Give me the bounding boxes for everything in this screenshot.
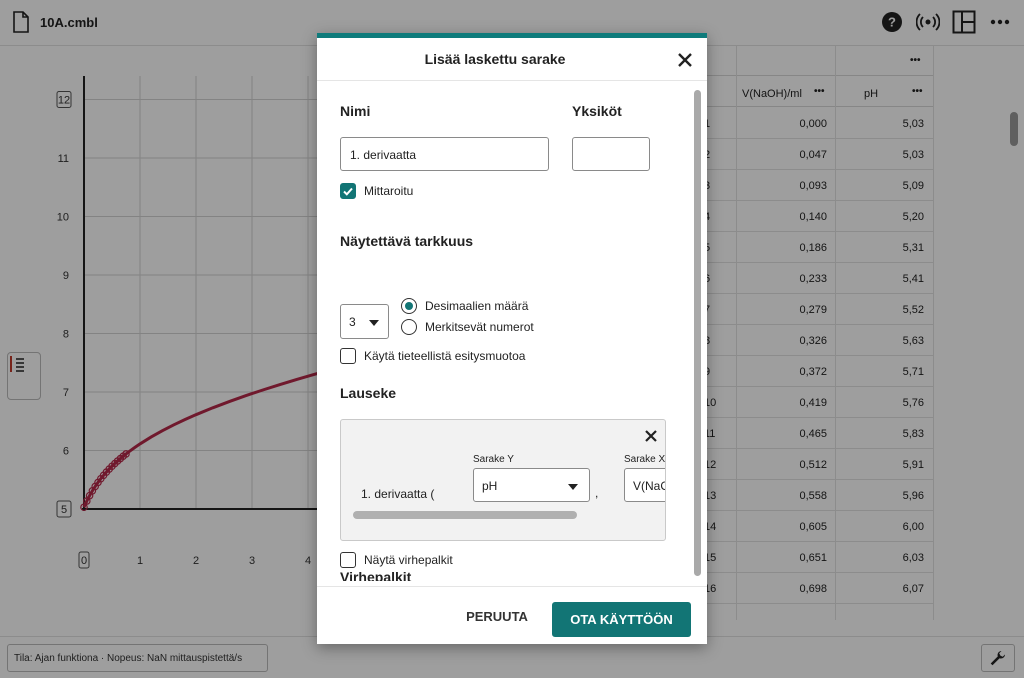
units-field[interactable] <box>572 137 650 171</box>
expression-label: Lauseke <box>340 385 397 401</box>
chevron-down-icon <box>369 320 379 326</box>
check-icon <box>343 187 353 196</box>
radio-decimals[interactable] <box>401 298 417 314</box>
chevron-down-icon <box>568 484 578 490</box>
measured-checkbox-row[interactable]: Mittaroitu <box>340 183 413 199</box>
dialog-scrollbar[interactable] <box>694 90 701 576</box>
dialog-body: Nimi 1. derivaatta Yksiköt Mittaroitu Nä… <box>317 81 707 581</box>
units-label: Yksiköt <box>572 103 622 119</box>
precision-value: 3 <box>349 315 356 329</box>
column-x-label: Sarake X <box>624 454 666 465</box>
close-icon[interactable] <box>643 428 659 444</box>
expression-function: 1. derivaatta ( <box>361 487 435 501</box>
scientific-label: Käytä tieteellistä esitysmuotoa <box>364 349 526 363</box>
add-calculated-column-dialog: Lisää laskettu sarake Nimi 1. derivaatta… <box>317 33 707 644</box>
cancel-button[interactable]: PERUUTA <box>457 609 537 629</box>
radio-significant-label: Merkitsevät numerot <box>425 320 534 334</box>
precision-label: Näytettävä tarkkuus <box>340 233 474 249</box>
scientific-checkbox-row[interactable]: Käytä tieteellistä esitysmuotoa <box>340 348 525 364</box>
scientific-checkbox[interactable] <box>340 348 356 364</box>
column-y-select[interactable]: pH <box>473 468 590 502</box>
measured-checkbox[interactable] <box>340 183 356 199</box>
radio-decimals-row[interactable]: Desimaalien määrä <box>401 298 528 314</box>
apply-button[interactable]: OTA KÄYTTÖÖN <box>552 602 691 637</box>
errorbars-checkbox-row[interactable]: Näytä virhepalkit <box>340 552 453 568</box>
precision-select[interactable]: 3 <box>340 304 389 339</box>
show-errorbars-label: Näytä virhepalkit <box>364 553 453 567</box>
expression-box: 1. derivaatta ( Sarake Y pH , Sarake X V… <box>340 419 666 541</box>
errorbars-checkbox[interactable] <box>340 552 356 568</box>
name-field[interactable]: 1. derivaatta <box>340 137 549 171</box>
close-icon[interactable] <box>675 50 695 70</box>
column-x-select[interactable]: V(NaOH)/ml <box>624 468 665 502</box>
dialog-title: Lisää laskettu sarake <box>424 51 566 67</box>
radio-decimals-label: Desimaalien määrä <box>425 299 529 313</box>
column-y-label: Sarake Y <box>473 454 514 465</box>
errorbars-label: Virhepalkit <box>340 569 412 581</box>
column-x-value: V(NaOH)/ml <box>633 479 665 493</box>
name-label: Nimi <box>340 103 371 119</box>
expression-scrollbar[interactable] <box>353 511 577 519</box>
expression-comma: , <box>595 486 599 500</box>
dialog-footer-divider <box>317 586 707 587</box>
column-y-value: pH <box>482 479 498 493</box>
radio-significant[interactable] <box>401 319 417 335</box>
radio-significant-row[interactable]: Merkitsevät numerot <box>401 319 534 335</box>
measured-label: Mittaroitu <box>364 184 414 198</box>
